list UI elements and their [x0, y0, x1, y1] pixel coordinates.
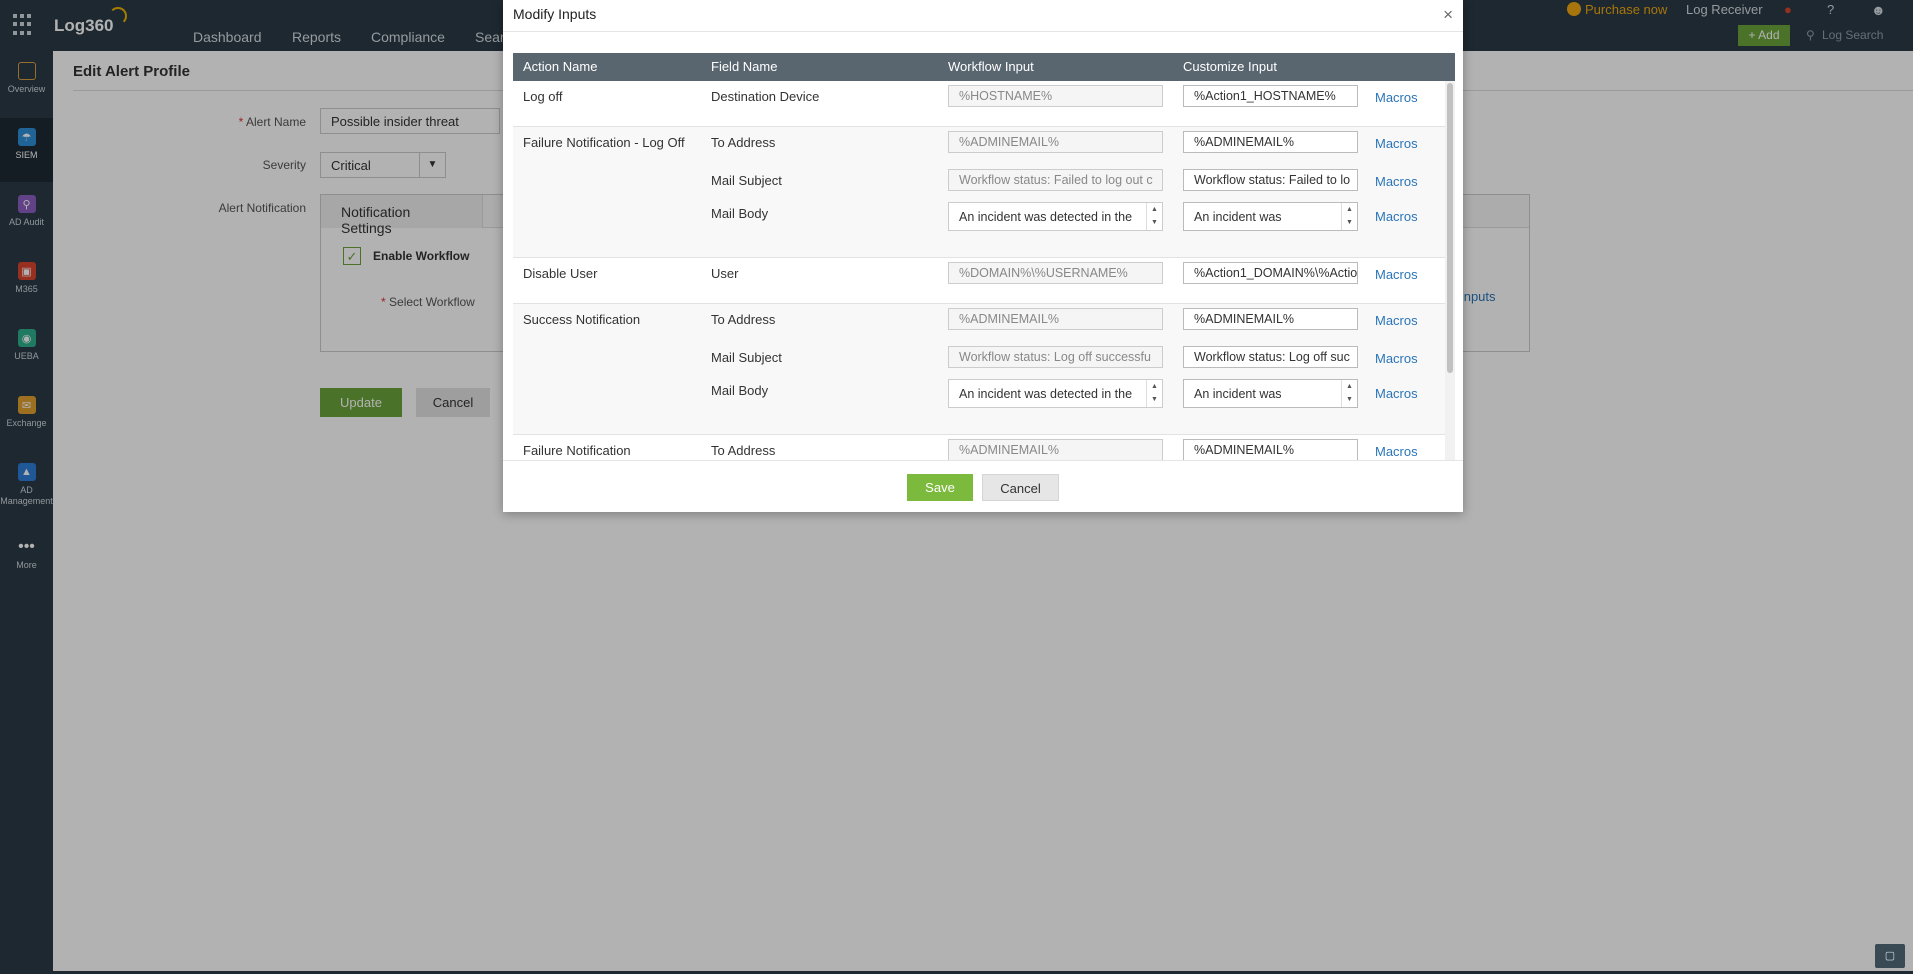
grid-body: Log off Destination Device %HOSTNAME% %Acti… — [513, 81, 1455, 460]
macros-link[interactable]: Macros — [1375, 386, 1418, 401]
column-header-field-name: Field Name — [711, 59, 778, 74]
save-button[interactable]: Save — [907, 474, 973, 501]
macros-link[interactable]: Macros — [1375, 351, 1418, 366]
table-row: Success Notification To Address %ADMINEMAI… — [513, 304, 1445, 435]
workflow-input[interactable]: An incident was detected in the ▲ ▼ — [948, 379, 1163, 408]
inputs-grid: Action Name Field Name Workflow Input Cu… — [513, 53, 1455, 460]
customize-input[interactable]: An incident was ▲ ▼ — [1183, 379, 1358, 408]
vertical-scrollbar[interactable] — [1445, 81, 1455, 460]
scrollbar-thumb[interactable] — [1447, 83, 1453, 373]
spinner-arrows-icon[interactable]: ▲ ▼ — [1146, 203, 1162, 230]
customize-input-value: Workflow status: Log off suc — [1194, 350, 1350, 364]
workflow-input-value: Workflow status: Failed to log out c — [959, 173, 1153, 187]
customize-input[interactable]: An incident was ▲ ▼ — [1183, 202, 1358, 231]
field-name: User — [711, 266, 739, 281]
customize-input[interactable]: Workflow status: Failed to lo — [1183, 169, 1358, 191]
action-name: Failure Notification - Log Off — [523, 135, 685, 150]
field-name: Mail Body — [711, 206, 769, 221]
macros-link[interactable]: Macros — [1375, 136, 1418, 151]
workflow-input: Workflow status: Failed to log out c — [948, 169, 1163, 191]
dialog-title: Modify Inputs — [513, 6, 597, 22]
workflow-input-value: Workflow status: Log off successfu — [959, 350, 1151, 364]
customize-input[interactable]: %Action1_HOSTNAME% — [1183, 85, 1358, 107]
column-header-customize-input: Customize Input — [1183, 59, 1277, 74]
customize-input[interactable]: %ADMINEMAIL% — [1183, 439, 1358, 460]
workflow-input-value: %HOSTNAME% — [959, 89, 1053, 103]
workflow-input: %ADMINEMAIL% — [948, 439, 1163, 460]
workflow-input-value: %ADMINEMAIL% — [959, 443, 1060, 457]
workflow-input: %ADMINEMAIL% — [948, 131, 1163, 153]
field-name: To Address — [711, 135, 776, 150]
action-name: Disable User — [523, 266, 598, 281]
action-name: Success Notification — [523, 312, 641, 327]
customize-input[interactable]: %ADMINEMAIL% — [1183, 131, 1358, 153]
customize-input-value: Workflow status: Failed to lo — [1194, 173, 1351, 187]
column-header-action-name: Action Name — [523, 59, 598, 74]
workflow-input: Workflow status: Log off successfu — [948, 346, 1163, 368]
feedback-chat-icon[interactable]: ▢ — [1875, 944, 1905, 968]
customize-input-value: %Action1_HOSTNAME% — [1194, 89, 1336, 103]
cancel-button[interactable]: Cancel — [982, 474, 1059, 501]
customize-input-value: %Action1_DOMAIN%\%Actio — [1194, 266, 1358, 280]
table-row: Log off Destination Device %HOSTNAME% %Acti… — [513, 81, 1445, 127]
field-name: Destination Device — [711, 89, 820, 104]
customize-input[interactable]: %Action1_DOMAIN%\%Actio — [1183, 262, 1358, 284]
macros-link[interactable]: Macros — [1375, 90, 1418, 105]
workflow-input[interactable]: An incident was detected in the ▲ ▼ — [948, 202, 1163, 231]
customize-input-value: An incident was — [1194, 387, 1282, 401]
spinner-arrows-icon[interactable]: ▲ ▼ — [1146, 380, 1162, 407]
customize-input-value: %ADMINEMAIL% — [1194, 135, 1295, 149]
customize-input-value: An incident was — [1194, 210, 1282, 224]
field-name: To Address — [711, 312, 776, 327]
dialog-header-divider — [503, 31, 1463, 32]
workflow-input-value: %DOMAIN%\%USERNAME% — [959, 266, 1128, 280]
spinner-arrows-icon[interactable]: ▲ ▼ — [1341, 203, 1357, 230]
macros-link[interactable]: Macros — [1375, 209, 1418, 224]
table-row: Disable User User %DOMAIN%\%USERNAME% %Acti… — [513, 258, 1445, 304]
close-icon[interactable]: × — [1443, 5, 1453, 25]
workflow-input-value: %ADMINEMAIL% — [959, 312, 1060, 326]
customize-input-value: %ADMINEMAIL% — [1194, 443, 1295, 457]
column-header-workflow-input: Workflow Input — [948, 59, 1034, 74]
workflow-input-value: %ADMINEMAIL% — [959, 135, 1060, 149]
dialog-footer-divider — [503, 460, 1463, 461]
field-name: Mail Subject — [711, 173, 782, 188]
workflow-input: %ADMINEMAIL% — [948, 308, 1163, 330]
workflow-input-value: An incident was detected in the — [959, 210, 1133, 224]
spinner-arrows-icon[interactable]: ▲ ▼ — [1341, 380, 1357, 407]
field-name: To Address — [711, 443, 776, 458]
macros-link[interactable]: Macros — [1375, 444, 1418, 459]
macros-link[interactable]: Macros — [1375, 267, 1418, 282]
modify-inputs-dialog: Modify Inputs × Action Name Field Name W… — [503, 0, 1463, 512]
workflow-input: %HOSTNAME% — [948, 85, 1163, 107]
workflow-input: %DOMAIN%\%USERNAME% — [948, 262, 1163, 284]
action-name: Failure Notification — [523, 443, 631, 458]
customize-input-value: %ADMINEMAIL% — [1194, 312, 1295, 326]
table-row: Failure Notification - Log Off To Address… — [513, 127, 1445, 258]
action-name: Log off — [523, 89, 563, 104]
table-row: Failure Notification To Address %ADMINEMAI… — [513, 435, 1445, 460]
field-name: Mail Subject — [711, 350, 782, 365]
field-name: Mail Body — [711, 383, 769, 398]
customize-input[interactable]: Workflow status: Log off suc — [1183, 346, 1358, 368]
macros-link[interactable]: Macros — [1375, 174, 1418, 189]
macros-link[interactable]: Macros — [1375, 313, 1418, 328]
grid-header: Action Name Field Name Workflow Input Cu… — [513, 53, 1455, 81]
workflow-input-value: An incident was detected in the — [959, 387, 1133, 401]
customize-input[interactable]: %ADMINEMAIL% — [1183, 308, 1358, 330]
